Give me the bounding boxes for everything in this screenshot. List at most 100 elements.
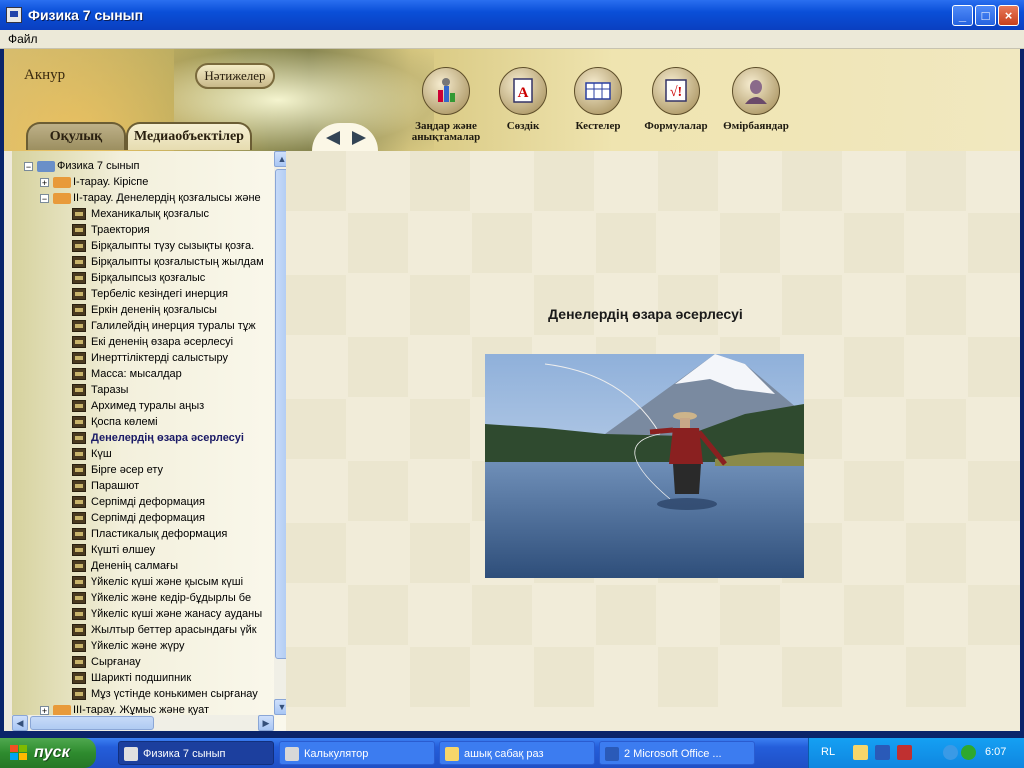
- bg-tile: [844, 213, 904, 273]
- app-window-icon: [124, 747, 138, 761]
- tree-item[interactable]: Бірқалыпты қозғалыстың жылдам: [72, 254, 264, 270]
- minimize-button[interactable]: _: [952, 5, 973, 26]
- scroll-up-icon[interactable]: ▲: [274, 151, 286, 167]
- app-icon[interactable]: [6, 7, 22, 23]
- word-tray-icon[interactable]: [875, 745, 890, 760]
- tree-item[interactable]: Траектория: [72, 222, 150, 238]
- bg-tile: [782, 647, 842, 707]
- film-icon: [72, 240, 86, 253]
- tab-reading[interactable]: Оқулық: [26, 122, 126, 150]
- tree-chapter[interactable]: + III-тарау. Жұмыс және қуат: [40, 702, 209, 715]
- task-physics[interactable]: Физика 7 сынып: [118, 741, 274, 765]
- tree-item[interactable]: Механикалық қозғалыс: [72, 206, 209, 222]
- tree-item[interactable]: Еркін дененің қозғалысы: [72, 302, 217, 318]
- tree-item[interactable]: Архимед туралы аңыз: [72, 398, 204, 414]
- task-calculator[interactable]: Калькулятор: [279, 741, 435, 765]
- language-indicator[interactable]: RL: [821, 746, 835, 758]
- expand-icon[interactable]: −: [40, 193, 49, 203]
- expand-icon[interactable]: +: [40, 177, 49, 187]
- title-bar[interactable]: Физика 7 сынып _ □ ×: [0, 0, 1024, 30]
- tree-item[interactable]: Пластикалық деформация: [72, 526, 227, 542]
- hscroll-thumb[interactable]: [30, 716, 154, 730]
- tree-item[interactable]: Серпімді деформация: [72, 494, 205, 510]
- tree-item[interactable]: Үйкеліс күші және қысым күші: [72, 574, 243, 590]
- tree-item[interactable]: Сырғанау: [72, 654, 141, 670]
- tree-item[interactable]: Үйкеліс және жүру: [72, 638, 184, 654]
- tree-chapter[interactable]: − II-тарау. Денелердің қозғалысы және: [40, 190, 261, 206]
- svg-text:√!: √!: [670, 85, 682, 100]
- scroll-thumb[interactable]: [275, 169, 286, 659]
- collapse-icon[interactable]: −: [24, 161, 33, 171]
- tree-item-label: Дененің салмағы: [91, 560, 179, 572]
- tree-item[interactable]: Жылтыр беттер арасындағы үйк: [72, 622, 257, 638]
- film-icon: [72, 592, 86, 605]
- maximize-button[interactable]: □: [975, 5, 996, 26]
- tree-item-label: Бірге әсер ету: [91, 464, 164, 476]
- pdf-tray-icon[interactable]: [897, 745, 912, 760]
- tree-item[interactable]: Таразы: [72, 382, 128, 398]
- results-button[interactable]: Нәтижелер: [195, 63, 275, 89]
- tree-item[interactable]: Екі дененің өзара әсерлесуі: [72, 334, 233, 350]
- tree-item-label: Пластикалық деформация: [91, 528, 228, 540]
- nav-tables[interactable]: Кестелер: [553, 67, 643, 132]
- vertical-scrollbar[interactable]: ▲ ▼: [274, 151, 286, 715]
- windows-logo-icon: [10, 745, 27, 760]
- tree-item[interactable]: Үйкеліс күші және жанасу ауданы: [72, 606, 262, 622]
- tree-item-label: Еркін дененің қозғалысы: [91, 304, 217, 316]
- tree-item[interactable]: Бірқалыпсыз қозғалыс: [72, 270, 205, 286]
- tree-chapter[interactable]: + I-тарау. Кіріспе: [40, 174, 148, 190]
- film-icon: [72, 416, 86, 429]
- bg-tile: [410, 647, 470, 707]
- tree-item[interactable]: Күшті өлшеу: [72, 542, 155, 558]
- tree-item[interactable]: Қоспа көлемі: [72, 414, 158, 430]
- forward-arrow-icon[interactable]: [352, 131, 366, 145]
- tree-item[interactable]: Дененің салмағы: [72, 558, 178, 574]
- tree-item-label: Сырғанау: [91, 656, 141, 668]
- tree-root[interactable]: − Физика 7 сынып: [24, 158, 139, 174]
- tree-item-label: Күшті өлшеу: [91, 544, 156, 556]
- scroll-down-icon[interactable]: ▼: [274, 699, 286, 715]
- tree-item-label: I-тарау. Кіріспе: [73, 176, 149, 188]
- content-title: Денелердің өзара әсерлесуі: [548, 306, 743, 322]
- scroll-right-icon[interactable]: ▶: [258, 715, 274, 731]
- tree-item[interactable]: Бірқалыпты түзу сызықты қозға.: [72, 238, 254, 254]
- close-button[interactable]: ×: [998, 5, 1019, 26]
- tree-item[interactable]: Бірге әсер ету: [72, 462, 163, 478]
- bg-tile: [782, 275, 842, 335]
- tree-item[interactable]: Үйкеліс және кедір-бұдырлы бе: [72, 590, 251, 606]
- film-icon: [72, 352, 86, 365]
- tree-item[interactable]: Денелердің өзара әсерлесуі: [72, 430, 244, 446]
- start-button[interactable]: пуск: [0, 738, 96, 768]
- media-image[interactable]: [485, 354, 804, 578]
- task-folder[interactable]: ашық сабақ раз: [439, 741, 595, 765]
- tree-item[interactable]: Шарикті подшипник: [72, 670, 191, 686]
- tree-item[interactable]: Инерттіліктерді салыстыру: [72, 350, 228, 366]
- tree-item[interactable]: Күш: [72, 446, 112, 462]
- network-icon[interactable]: [961, 745, 976, 760]
- tree-item[interactable]: Парашют: [72, 478, 139, 494]
- nav-biographies[interactable]: Өмірбаяндар: [711, 67, 801, 132]
- tree-item[interactable]: Галилейдің инерция туралы тұж: [72, 318, 256, 334]
- horizontal-scrollbar[interactable]: ◀ ▶: [12, 715, 274, 731]
- tree-item[interactable]: Серпімді деформация: [72, 510, 205, 526]
- tree-item[interactable]: Масса: мысалдар: [72, 366, 182, 382]
- menu-file[interactable]: Файл: [8, 32, 38, 46]
- tree-view[interactable]: − Физика 7 сынып + I-тарау. Кіріспе − II-тара…: [12, 151, 270, 715]
- folder-tray-icon[interactable]: [853, 745, 868, 760]
- film-icon: [72, 464, 86, 477]
- book-icon: [53, 176, 71, 188]
- tree-item-label: Механикалық қозғалыс: [91, 208, 210, 220]
- bg-tile: [968, 213, 1020, 273]
- film-icon: [72, 288, 86, 301]
- expand-tray-icon[interactable]: [943, 745, 958, 760]
- task-office[interactable]: 2 Microsoft Office ...: [599, 741, 755, 765]
- scroll-left-icon[interactable]: ◀: [12, 715, 28, 731]
- tab-media[interactable]: Медиаобъектілер: [126, 122, 252, 150]
- nav-formulas[interactable]: √! Формулалар: [631, 67, 721, 132]
- user-name: Акнур: [24, 67, 66, 83]
- tree-item-label: Масса: мысалдар: [91, 368, 182, 380]
- expand-icon[interactable]: +: [40, 705, 49, 715]
- tree-item[interactable]: Тербеліс кезіндегі инерция: [72, 286, 228, 302]
- tree-item[interactable]: Мұз үстінде конькимен сырғанау: [72, 686, 258, 702]
- back-arrow-icon[interactable]: [326, 131, 340, 145]
